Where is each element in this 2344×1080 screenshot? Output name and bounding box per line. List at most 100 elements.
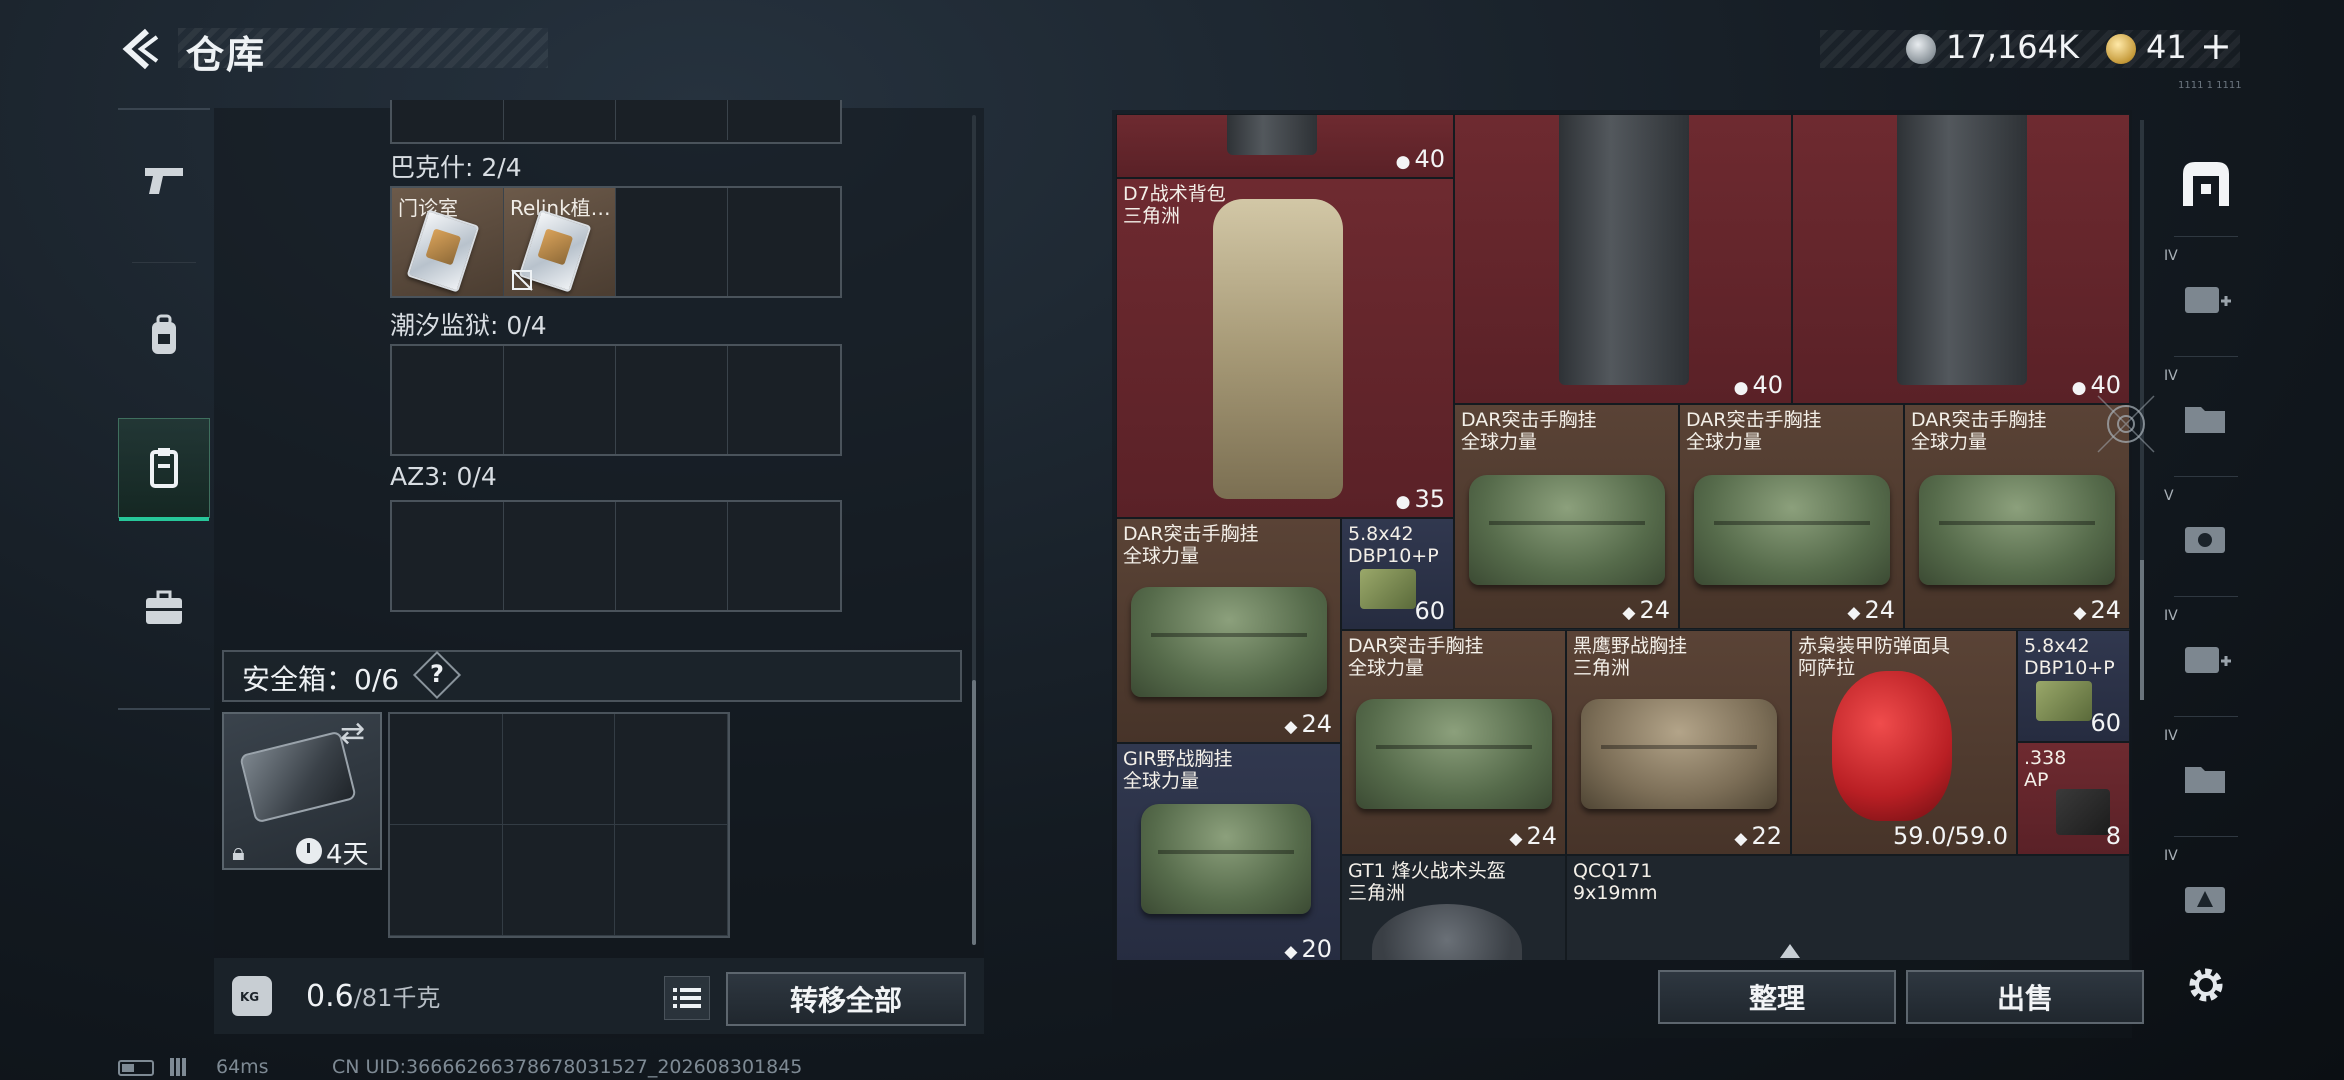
chest-rig-icon: [1141, 804, 1311, 914]
key-slot-row: 门诊室 Relink植…: [390, 186, 842, 298]
list-view-button[interactable]: [664, 976, 710, 1020]
inventory-item[interactable]: DAR突击手胸挂 全球力量 ◆ 24: [1454, 404, 1679, 629]
nav-keys[interactable]: [118, 558, 210, 658]
inventory-item[interactable]: DAR突击手胸挂 全球力量 ◆ 24: [1679, 404, 1904, 629]
nav-consumables[interactable]: [118, 418, 210, 521]
gold-currency-value: 41: [2146, 28, 2187, 66]
item-name: 黑鹰野战胸挂 三角洲: [1573, 635, 1688, 679]
inventory-item[interactable]: ● 40: [1792, 114, 2130, 404]
item-count: 60: [2090, 709, 2121, 737]
pistol-icon: [145, 168, 183, 194]
safe-slot[interactable]: [390, 714, 503, 825]
expand-storage-button[interactable]: IV: [2156, 604, 2256, 714]
sell-button[interactable]: 出售: [1906, 970, 2144, 1024]
transfer-all-button[interactable]: 转移全部: [726, 972, 966, 1026]
key-slot[interactable]: [728, 100, 840, 140]
inventory-item[interactable]: ● 40: [1116, 114, 1454, 178]
silver-coin-icon: [1906, 34, 1936, 64]
item-name: DAR突击手胸挂 全球力量: [1123, 523, 1259, 567]
safe-slot[interactable]: [502, 714, 616, 825]
left-scroll-thumb[interactable]: [972, 680, 976, 945]
chest-rig-icon: [1131, 587, 1327, 697]
item-count: ● 40: [1395, 145, 1445, 173]
key-slot-row-top: [390, 100, 842, 144]
tier-label: IV: [2164, 608, 2178, 624]
item-name: DAR突击手胸挂 全球力量: [1461, 409, 1597, 453]
key-slot[interactable]: [504, 346, 616, 454]
safe-slot[interactable]: [615, 714, 728, 825]
inventory-item[interactable]: ● 40: [1454, 114, 1792, 404]
inventory-item[interactable]: DAR突击手胸挂 全球力量 ◆ 24: [1116, 518, 1341, 743]
key-slot[interactable]: [392, 346, 504, 454]
key-slot[interactable]: [728, 188, 840, 296]
face-mask-icon: [1832, 671, 1952, 821]
inventory-item[interactable]: D7战术背包 三角洲 ● 35: [1116, 178, 1454, 518]
storage-tool-column: IV IV V IV IV IV: [2156, 110, 2256, 1040]
inventory-item[interactable]: DAR突击手胸挂 全球力量 ◆ 24: [1341, 630, 1566, 855]
chest-rig-icon: [1694, 475, 1890, 585]
key-slot-row: [390, 344, 842, 456]
inventory-item[interactable]: GT1 烽火战术头盔 三角洲: [1341, 855, 1566, 960]
ammo-box-icon: [2056, 789, 2110, 835]
safe-box-duration: 4天: [326, 840, 369, 870]
key-group-label: 巴克什: 2/4: [390, 153, 522, 182]
key-slot[interactable]: [728, 346, 840, 454]
scroll-up-indicator-icon[interactable]: [1780, 944, 1800, 958]
expand-storage-button[interactable]: IV: [2156, 364, 2256, 474]
expand-storage-button[interactable]: V: [2156, 484, 2256, 594]
sort-button[interactable]: 整理: [1658, 970, 1896, 1024]
help-button[interactable]: ?: [420, 660, 454, 688]
key-slot[interactable]: [504, 100, 616, 140]
inventory-scroll-thumb[interactable]: [2140, 560, 2144, 700]
key-item-clinic[interactable]: 门诊室: [392, 188, 504, 296]
silver-currency-value: 17,164K: [1946, 28, 2079, 66]
weight-current: 0.6: [306, 979, 354, 1014]
item-count: ◆ 20: [1284, 935, 1332, 960]
item-name: DAR突击手胸挂 全球力量: [1911, 409, 2047, 453]
chest-rig-icon: [1356, 699, 1552, 809]
inventory-item[interactable]: QCQ171 9x19mm: [1566, 855, 2130, 960]
back-button[interactable]: [112, 22, 166, 76]
item-count: ● 40: [1733, 371, 1783, 399]
vest-icon: [1227, 115, 1317, 155]
tool-separator: [2174, 236, 2238, 237]
inventory-item[interactable]: GIR野战胸挂 全球力量 ◆ 20: [1116, 743, 1341, 960]
inventory-item[interactable]: .338 AP 8: [2017, 742, 2130, 855]
item-name: .338 AP: [2024, 747, 2067, 791]
add-currency-button[interactable]: +: [2200, 24, 2232, 68]
swap-icon[interactable]: ⇄: [340, 716, 365, 751]
expand-storage-button[interactable]: IV: [2156, 724, 2256, 834]
expand-storage-button[interactable]: IV: [2156, 244, 2256, 354]
inventory-item[interactable]: 5.8x42 DBP10+P 60: [2017, 630, 2130, 742]
key-slot[interactable]: [616, 100, 728, 140]
nav-weapons[interactable]: [118, 130, 210, 230]
ping-readout: 64ms: [216, 1056, 269, 1078]
item-name: 5.8x42 DBP10+P: [2024, 635, 2115, 679]
key-slot[interactable]: [616, 346, 728, 454]
key-slot[interactable]: [392, 502, 504, 610]
gear-icon: [2189, 968, 2223, 1002]
key-slot[interactable]: [504, 502, 616, 610]
storage-home-button[interactable]: [2156, 128, 2256, 238]
key-slot[interactable]: [616, 502, 728, 610]
key-slot[interactable]: [728, 502, 840, 610]
item-count: ◆ 24: [1284, 710, 1332, 738]
item-count: ● 35: [1395, 485, 1445, 513]
safe-slot[interactable]: [390, 825, 503, 936]
item-name: 5.8x42 DBP10+P: [1348, 523, 1439, 567]
safe-slot[interactable]: [502, 825, 616, 936]
key-slot[interactable]: [392, 100, 504, 140]
tier-label: IV: [2164, 248, 2178, 264]
inventory-item[interactable]: 黑鹰野战胸挂 三角洲 ◆ 22: [1566, 630, 1791, 855]
camera-case-icon: [2185, 527, 2225, 553]
inventory-item[interactable]: 赤枭装甲防弹面具 阿萨拉 59.0/59.0: [1791, 630, 2017, 855]
safe-slot[interactable]: [615, 825, 728, 936]
nav-equipment[interactable]: [118, 286, 210, 386]
weight-readout: 0.6/81千克: [306, 978, 440, 1014]
settings-button[interactable]: [2156, 930, 2256, 1040]
key-item-relink[interactable]: Relink植…: [504, 188, 616, 296]
key-slot[interactable]: [616, 188, 728, 296]
version-tag: 1111 1 1111: [2178, 80, 2242, 91]
inventory-item[interactable]: 5.8x42 DBP10+P 60: [1341, 518, 1454, 630]
tier-label: IV: [2164, 848, 2178, 864]
